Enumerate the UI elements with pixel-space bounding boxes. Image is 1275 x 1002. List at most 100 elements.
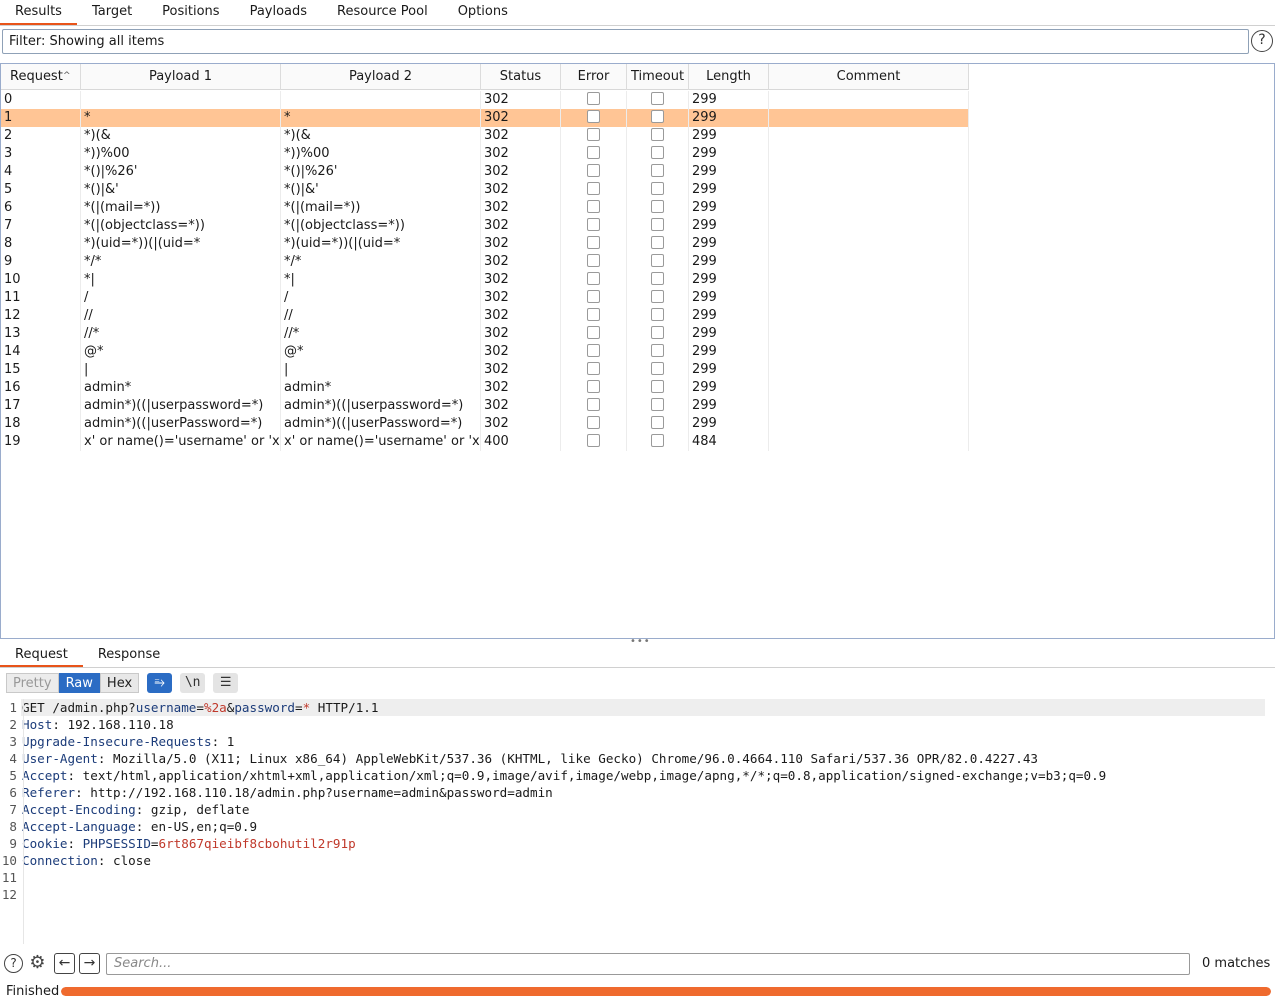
timeout-checkbox[interactable] (651, 379, 664, 393)
tab-payloads[interactable]: Payloads (235, 0, 322, 25)
error-checkbox[interactable] (587, 271, 600, 285)
column-header-timeout[interactable]: Timeout (627, 64, 689, 90)
table-row[interactable]: 2 *)(& *)(& 302 299 (1, 127, 969, 145)
tab-response[interactable]: Response (83, 645, 175, 667)
error-checkbox[interactable] (587, 253, 600, 267)
table-row[interactable]: 13//*//* 302 299 (1, 325, 969, 343)
timeout-checkbox[interactable] (651, 361, 664, 375)
hex-view-button[interactable]: Hex (99, 673, 140, 693)
timeout-checkbox[interactable] (651, 109, 664, 123)
table-row[interactable]: 18 admin*)((|userPassword=*) admin*)((|use… (1, 415, 969, 433)
next-match-button[interactable]: → (79, 953, 100, 974)
timeout-checkbox[interactable] (651, 91, 664, 105)
column-header-payload-1[interactable]: Payload 1 (81, 64, 281, 90)
raw-view-button[interactable]: Raw (58, 673, 100, 693)
tab-resource-pool[interactable]: Resource Pool (322, 0, 443, 25)
error-checkbox[interactable] (587, 145, 600, 159)
column-header-comment[interactable]: Comment (769, 64, 969, 90)
table-row[interactable]: 11//302 299 (1, 289, 969, 307)
table-row[interactable]: 14 @* @* 302 299 (1, 343, 969, 361)
cell-status: 302 (481, 109, 561, 127)
table-row[interactable]: 17 admin*)((|userpassword=*) admin*)((|use… (1, 397, 969, 415)
previous-match-button[interactable]: ← (54, 953, 75, 974)
error-checkbox[interactable] (587, 127, 600, 141)
search-input[interactable]: Search... (106, 953, 1190, 975)
table-row[interactable]: 16 admin* admin* 302 299 (1, 379, 969, 397)
error-checkbox[interactable] (587, 217, 600, 231)
error-checkbox[interactable] (587, 109, 600, 123)
code-token: PHPSESSID (82, 836, 151, 851)
error-checkbox[interactable] (587, 199, 600, 213)
column-header-request[interactable]: Request ^ (1, 64, 81, 90)
column-header-length[interactable]: Length (689, 64, 769, 90)
timeout-checkbox[interactable] (651, 289, 664, 303)
error-checkbox[interactable] (587, 325, 600, 339)
timeout-checkbox[interactable] (651, 127, 664, 141)
error-checkbox[interactable] (587, 379, 600, 393)
help-icon[interactable]: ? (4, 954, 23, 973)
table-row[interactable]: 12////302 299 (1, 307, 969, 325)
error-checkbox[interactable] (587, 307, 600, 321)
column-header-payload-2[interactable]: Payload 2 (281, 64, 481, 90)
request-editor[interactable]: 1 GET /admin.php?username=%2a&password=* … (0, 699, 1275, 944)
table-row[interactable]: 6 *(|(mail=*)) *(|(mail=*)) 302 299 (1, 199, 969, 217)
progress-fill (61, 987, 1271, 996)
tab-options[interactable]: Options (443, 0, 523, 25)
timeout-checkbox[interactable] (651, 199, 664, 213)
table-row[interactable]: 19x' or name()='username' or 'x'='yx' or… (1, 433, 969, 451)
timeout-checkbox[interactable] (651, 253, 664, 267)
table-row[interactable]: 8 *)(uid=*))(|(uid=* *)(uid=*))(|(uid=* 302… (1, 235, 969, 253)
tab-positions[interactable]: Positions (147, 0, 234, 25)
timeout-checkbox[interactable] (651, 271, 664, 285)
table-row[interactable]: 0 302 299 (1, 91, 969, 109)
error-checkbox[interactable] (587, 397, 600, 411)
tab-results[interactable]: Results (0, 0, 77, 25)
table-body: 0 302 299 1 * * 302 299 2 *)(& *)(& 302 299 3 *))%00 *)… (1, 91, 969, 451)
cell-error (561, 217, 627, 235)
timeout-checkbox[interactable] (651, 235, 664, 249)
table-row[interactable]: 5 *()|&' *()|&' 302 299 (1, 181, 969, 199)
table-row[interactable]: 1 * * 302 299 (1, 109, 969, 127)
cell-timeout (627, 253, 689, 271)
status-text: Finished (6, 984, 60, 999)
column-header-error[interactable]: Error (561, 64, 627, 90)
error-checkbox[interactable] (587, 91, 600, 105)
column-header-status[interactable]: Status (481, 64, 561, 90)
tab-target[interactable]: Target (77, 0, 147, 25)
error-checkbox[interactable] (587, 163, 600, 177)
timeout-checkbox[interactable] (651, 163, 664, 177)
cell-payload-2: | (281, 361, 481, 379)
timeout-checkbox[interactable] (651, 343, 664, 357)
timeout-checkbox[interactable] (651, 181, 664, 195)
table-row[interactable]: 10 *| *| 302 299 (1, 271, 969, 289)
table-row[interactable]: 3 *))%00 *))%00 302 299 (1, 145, 969, 163)
error-checkbox[interactable] (587, 361, 600, 375)
filter-field[interactable]: Filter: Showing all items (2, 29, 1249, 54)
timeout-checkbox[interactable] (651, 325, 664, 339)
error-checkbox[interactable] (587, 343, 600, 357)
tab-request[interactable]: Request (0, 645, 83, 667)
table-row[interactable]: 7 *(|(objectclass=*)) *(|(objectclass=*)) 3… (1, 217, 969, 235)
error-checkbox[interactable] (587, 415, 600, 429)
pretty-view-button[interactable]: Pretty (6, 673, 59, 693)
table-row[interactable]: 15 | | 302 299 (1, 361, 969, 379)
table-row[interactable]: 4 *()|%26' *()|%26' 302 299 (1, 163, 969, 181)
show-newlines-icon[interactable]: \n (180, 673, 206, 693)
help-icon[interactable]: ? (1251, 30, 1273, 52)
menu-icon[interactable]: ☰ (213, 673, 239, 693)
timeout-checkbox[interactable] (651, 217, 664, 231)
timeout-checkbox[interactable] (651, 145, 664, 159)
error-checkbox[interactable] (587, 289, 600, 303)
column-header-label: Payload 2 (348, 69, 413, 84)
timeout-checkbox[interactable] (651, 397, 664, 411)
cell-error (561, 235, 627, 253)
table-row[interactable]: 9 */* */* 302 299 (1, 253, 969, 271)
error-checkbox[interactable] (587, 433, 600, 447)
error-checkbox[interactable] (587, 235, 600, 249)
wrap-lines-icon[interactable]: ⥱ (147, 673, 173, 693)
timeout-checkbox[interactable] (651, 307, 664, 321)
timeout-checkbox[interactable] (651, 433, 664, 447)
timeout-checkbox[interactable] (651, 415, 664, 429)
error-checkbox[interactable] (587, 181, 600, 195)
gear-icon[interactable]: ⚙ (27, 953, 48, 974)
